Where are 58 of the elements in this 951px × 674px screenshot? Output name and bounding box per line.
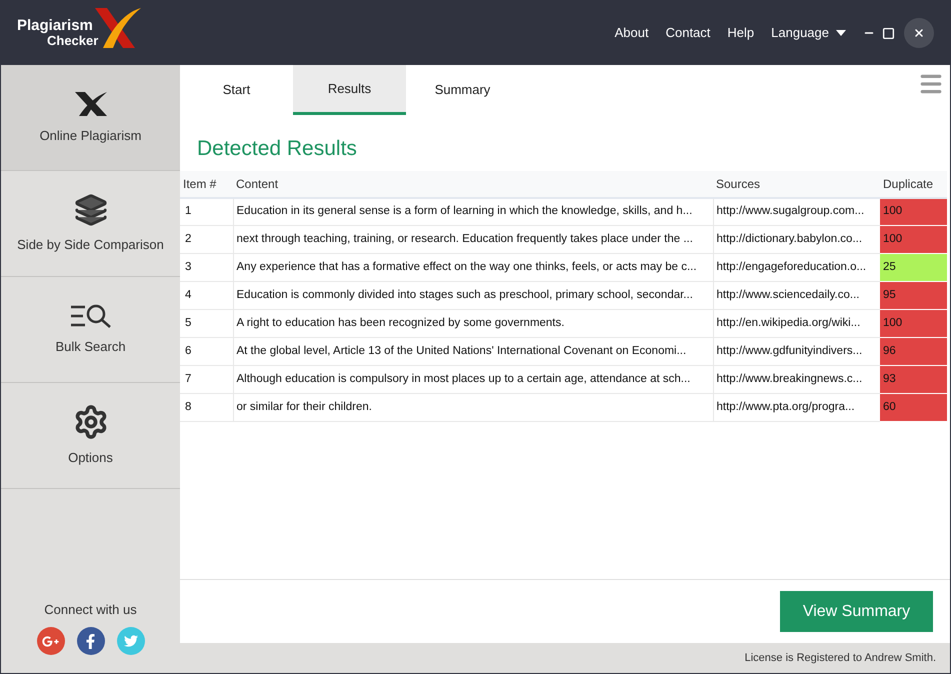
tab[interactable]: Results	[293, 65, 406, 115]
google-plus-icon[interactable]	[36, 627, 64, 655]
table-cell: 1	[180, 198, 233, 226]
gear-icon	[72, 404, 108, 440]
table-cell: 5	[180, 310, 233, 338]
license-text: License is Registered to Andrew Smith.	[744, 650, 936, 666]
duplicate-cell: 100	[880, 198, 947, 226]
table-cell: http://www.breakingnews.c...	[713, 366, 880, 394]
menu-link[interactable]: Contact	[666, 23, 710, 43]
x-logo-icon	[72, 90, 108, 118]
table-cell: Education in its general sense is a form of learning in which the knowledge, skills, and h...	[233, 198, 713, 226]
menu-link[interactable]: About	[614, 23, 649, 43]
menu-link[interactable]: Help	[727, 23, 754, 43]
facebook-icon[interactable]	[76, 627, 104, 655]
table-cell: 8	[180, 394, 233, 422]
duplicate-cell: 60	[880, 394, 947, 422]
column-header[interactable]: Content	[233, 170, 713, 198]
table-cell: 2	[180, 226, 233, 254]
maximize-icon[interactable]	[882, 26, 895, 40]
duplicate-cell: 100	[880, 226, 947, 254]
list-search-icon	[68, 302, 112, 329]
table-cell: Any experience that has a formative effect on the way one thinks, feels, or acts may be c...	[233, 254, 713, 282]
table-cell: Although education is compulsory in most places up to a certain age, attendance at sch...	[233, 366, 713, 394]
view-summary-button[interactable]: View Summary	[780, 591, 933, 632]
layers-icon	[74, 192, 108, 227]
table-cell: http://dictionary.babylon.co...	[713, 226, 880, 254]
duplicate-cell: 95	[880, 282, 947, 310]
column-header[interactable]: Sources	[713, 170, 880, 198]
table-cell: http://www.pta.org/progra...	[713, 394, 880, 422]
table-cell: http://www.sugalgroup.com...	[713, 198, 880, 226]
table-cell: 3	[180, 254, 233, 282]
column-header[interactable]: Item #	[180, 170, 233, 198]
connect-label: Connect with us	[44, 600, 137, 618]
results-heading: Detected Results	[197, 136, 358, 162]
sidebar-item[interactable]: Online Plagiarism	[1, 65, 180, 171]
dropdown-caret-icon[interactable]	[836, 30, 846, 36]
table-cell: A right to education has been recognized by some governments.	[233, 310, 713, 338]
duplicate-cell: 25	[880, 254, 947, 282]
close-button[interactable]	[904, 18, 934, 48]
duplicate-cell: 96	[880, 338, 947, 366]
logo-text: Checker	[47, 33, 98, 48]
table-cell: or similar for their children.	[233, 394, 713, 422]
menu-link[interactable]: Language	[771, 23, 829, 43]
table-cell: http://en.wikipedia.org/wiki...	[713, 310, 880, 338]
table-cell: http://engageforeducation.o...	[713, 254, 880, 282]
duplicate-cell: 93	[880, 366, 947, 394]
table-cell: 7	[180, 366, 233, 394]
table-cell: http://www.sciencedaily.co...	[713, 282, 880, 310]
table-cell: At the global level, Article 13 of the United Nations' International Covenant on Economi...	[233, 338, 713, 366]
table-cell: Education is commonly divided into stages such as preschool, primary school, secondar...	[233, 282, 713, 310]
close-icon	[913, 27, 925, 39]
table-cell: http://www.gdfunityindivers...	[713, 338, 880, 366]
duplicate-cell: 100	[880, 310, 947, 338]
table-cell: 6	[180, 338, 233, 366]
column-header[interactable]: Duplicate	[880, 170, 947, 198]
logo-text: Plagiarism	[17, 18, 94, 33]
table-cell: next through teaching, training, or research. Education frequently takes place under the ...	[233, 226, 713, 254]
table-cell: 4	[180, 282, 233, 310]
